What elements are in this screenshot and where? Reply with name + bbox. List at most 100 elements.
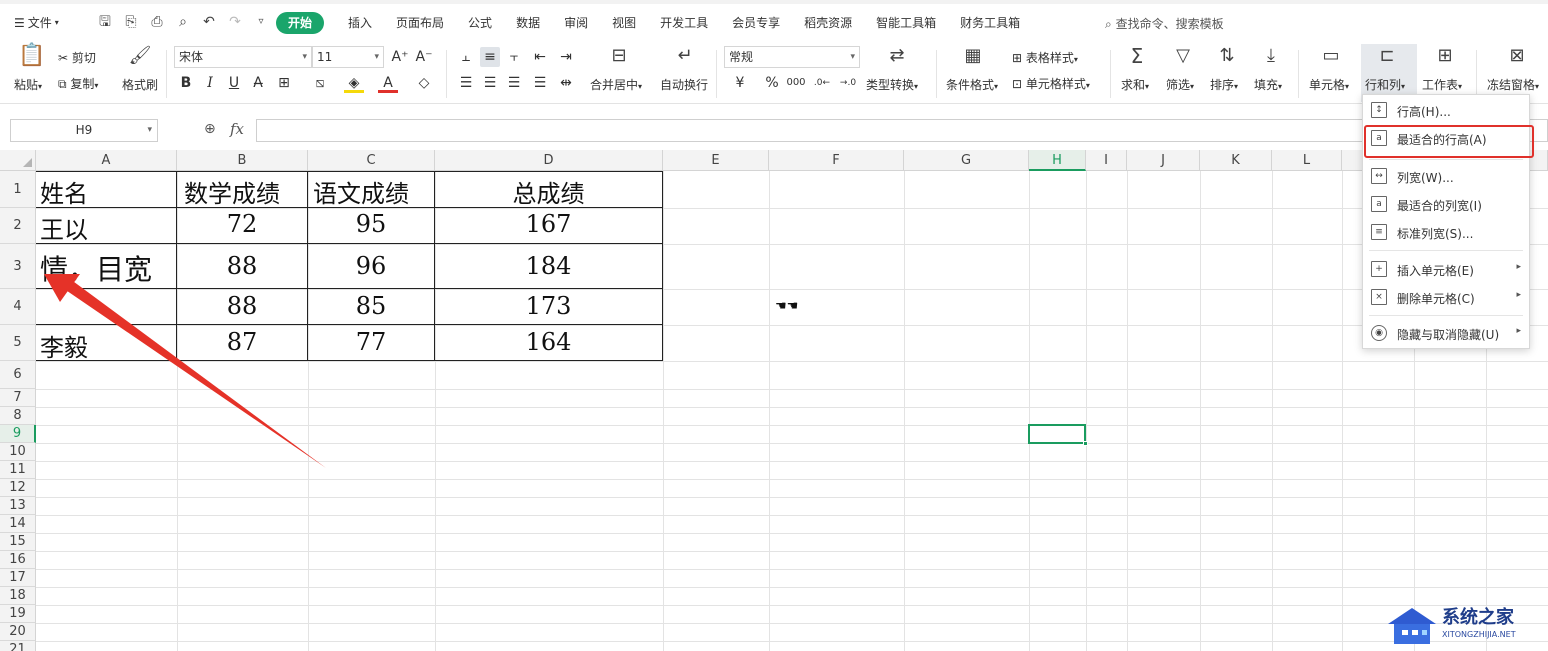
percent-icon[interactable]: % bbox=[762, 73, 782, 93]
zoom-icon[interactable]: ⊕ bbox=[204, 121, 216, 137]
wrap-text-icon[interactable]: ↵ bbox=[672, 46, 698, 66]
cell-button[interactable]: 单元格▾ bbox=[1309, 76, 1349, 93]
cell-d5[interactable]: 164 bbox=[435, 328, 662, 356]
print-icon[interactable]: ⎙ bbox=[148, 13, 166, 31]
menu-item-hide-unhide[interactable]: ◉ 隐藏与取消隐藏(U) ▸ bbox=[1363, 320, 1529, 346]
row-header-19[interactable]: 19 bbox=[0, 605, 36, 623]
distributed-icon[interactable]: ⇹ bbox=[556, 73, 576, 93]
column-header-e[interactable]: E bbox=[663, 150, 769, 171]
export-icon[interactable]: ⎘ bbox=[122, 13, 140, 31]
tab-view[interactable]: 视图 bbox=[612, 12, 636, 34]
row-header-14[interactable]: 14 bbox=[0, 515, 36, 533]
copy-button[interactable]: ⧉ 复制▾ bbox=[58, 75, 98, 92]
cell-icon[interactable]: ▭ bbox=[1318, 46, 1344, 66]
row-header-20[interactable]: 20 bbox=[0, 623, 36, 641]
tab-page-layout[interactable]: 页面布局 bbox=[396, 12, 444, 34]
format-painter-icon[interactable]: 🖌 bbox=[128, 46, 152, 66]
currency-icon[interactable]: ¥ bbox=[730, 73, 750, 93]
column-header-j[interactable]: J bbox=[1127, 150, 1200, 171]
menu-item-row-height[interactable]: ↕ 行高(H)... bbox=[1363, 97, 1529, 123]
font-size-select[interactable]: 11 ▾ bbox=[312, 46, 384, 68]
row-header-9[interactable]: 9 bbox=[0, 425, 36, 443]
column-header-k[interactable]: K bbox=[1200, 150, 1272, 171]
menu-item-insert-cells[interactable]: + 插入单元格(E) ▸ bbox=[1363, 256, 1529, 282]
align-left-icon[interactable]: ☰ bbox=[456, 73, 476, 93]
row-header-3[interactable]: 3 bbox=[0, 244, 36, 289]
wrap-text-button[interactable]: 自动换行 bbox=[660, 76, 708, 93]
column-header-d[interactable]: D bbox=[435, 150, 663, 171]
cell-b2[interactable]: 72 bbox=[177, 210, 307, 238]
selected-cell-h9[interactable] bbox=[1028, 424, 1088, 446]
tab-data[interactable]: 数据 bbox=[516, 12, 540, 34]
column-header-g[interactable]: G bbox=[904, 150, 1029, 171]
column-header-h[interactable]: H bbox=[1029, 150, 1086, 171]
bold-icon[interactable]: B bbox=[176, 73, 196, 93]
column-header-b[interactable]: B bbox=[177, 150, 308, 171]
increase-decimal-icon[interactable]: .0← bbox=[812, 73, 832, 93]
header-cell-name[interactable]: 姓名 bbox=[40, 174, 176, 209]
worksheet-button[interactable]: 工作表▾ bbox=[1422, 76, 1462, 93]
row-header-13[interactable]: 13 bbox=[0, 497, 36, 515]
decrease-decimal-icon[interactable]: →.0 bbox=[838, 73, 858, 93]
italic-icon[interactable]: I bbox=[200, 73, 220, 93]
tab-insert[interactable]: 插入 bbox=[348, 12, 372, 34]
fill-style-icon[interactable]: ⧅ bbox=[310, 73, 330, 93]
merge-center-icon[interactable]: ⊟ bbox=[606, 46, 632, 66]
conditional-format-icon[interactable]: ▦ bbox=[960, 46, 986, 66]
increase-indent-icon[interactable]: ⇥ bbox=[556, 47, 576, 67]
sort-button[interactable]: 排序▾ bbox=[1210, 76, 1238, 93]
row-header-2[interactable]: 2 bbox=[0, 208, 36, 244]
column-header-i[interactable]: I bbox=[1086, 150, 1127, 171]
paste-button[interactable]: 粘贴▾ bbox=[14, 76, 42, 93]
row-header-11[interactable]: 11 bbox=[0, 461, 36, 479]
align-top-icon[interactable]: ⫠ bbox=[456, 47, 476, 67]
cut-button[interactable]: ✂ 剪切 bbox=[58, 49, 96, 66]
row-header-5[interactable]: 5 bbox=[0, 325, 36, 361]
header-cell-chinese[interactable]: 语文成绩 bbox=[313, 174, 433, 209]
cell-d2[interactable]: 167 bbox=[435, 210, 662, 238]
increase-font-icon[interactable]: A⁺ bbox=[390, 47, 410, 67]
align-center-icon[interactable]: ☰ bbox=[480, 73, 500, 93]
cell-style-button[interactable]: ⊡ 单元格样式▾ bbox=[1012, 75, 1090, 92]
tab-home[interactable]: 开始 bbox=[276, 12, 325, 34]
format-painter-button[interactable]: 格式刷 bbox=[122, 76, 158, 93]
underline-icon[interactable]: U bbox=[224, 73, 244, 93]
fill-icon[interactable]: ⤓ bbox=[1258, 46, 1284, 66]
select-all-button[interactable] bbox=[0, 150, 36, 171]
table-style-button[interactable]: ⊞ 表格样式▾ bbox=[1012, 49, 1078, 66]
freeze-panes-button[interactable]: 冻结窗格▾ bbox=[1487, 76, 1539, 93]
fill-handle[interactable] bbox=[1083, 441, 1088, 446]
align-middle-icon[interactable]: ≡ bbox=[480, 47, 500, 67]
tab-review[interactable]: 审阅 bbox=[564, 12, 588, 34]
menu-item-delete-cells[interactable]: × 删除单元格(C) ▸ bbox=[1363, 284, 1529, 310]
sort-icon[interactable]: ⇅ bbox=[1214, 46, 1240, 66]
row-header-18[interactable]: 18 bbox=[0, 587, 36, 605]
sum-button[interactable]: 求和▾ bbox=[1121, 76, 1149, 93]
tab-formulas[interactable]: 公式 bbox=[468, 12, 492, 34]
row-header-21[interactable]: 21 bbox=[0, 641, 36, 651]
number-format-select[interactable]: 常规 ▾ bbox=[724, 46, 860, 68]
freeze-panes-icon[interactable]: ⊠ bbox=[1504, 46, 1530, 66]
worksheet-icon[interactable]: ⊞ bbox=[1432, 46, 1458, 66]
align-bottom-icon[interactable]: ⫟ bbox=[504, 47, 524, 67]
tab-developer[interactable]: 开发工具 bbox=[660, 12, 708, 34]
font-color-icon[interactable]: A bbox=[378, 73, 398, 93]
column-header-c[interactable]: C bbox=[308, 150, 435, 171]
sum-icon[interactable]: Σ bbox=[1124, 46, 1150, 66]
insert-function-icon[interactable]: fx bbox=[230, 120, 244, 138]
row-header-6[interactable]: 6 bbox=[0, 361, 36, 389]
customize-icon[interactable]: ▿ bbox=[252, 13, 270, 31]
print-preview-icon[interactable]: ⌕ bbox=[174, 13, 192, 31]
cell-d4[interactable]: 173 bbox=[435, 292, 662, 320]
row-header-8[interactable]: 8 bbox=[0, 407, 36, 425]
header-cell-math[interactable]: 数学成绩 bbox=[184, 174, 306, 209]
header-cell-total[interactable]: 总成绩 bbox=[435, 174, 662, 209]
row-header-17[interactable]: 17 bbox=[0, 569, 36, 587]
menu-item-standard-width[interactable]: ≡ 标准列宽(S)... bbox=[1363, 219, 1529, 245]
row-header-15[interactable]: 15 bbox=[0, 533, 36, 551]
type-convert-icon[interactable]: ⇄ bbox=[884, 46, 910, 66]
align-right-icon[interactable]: ☰ bbox=[504, 73, 524, 93]
justify-icon[interactable]: ☰ bbox=[530, 73, 550, 93]
menu-item-autofit-column-width[interactable]: a 最适合的列宽(I) bbox=[1363, 191, 1529, 217]
tab-docer[interactable]: 稻壳资源 bbox=[804, 12, 852, 34]
